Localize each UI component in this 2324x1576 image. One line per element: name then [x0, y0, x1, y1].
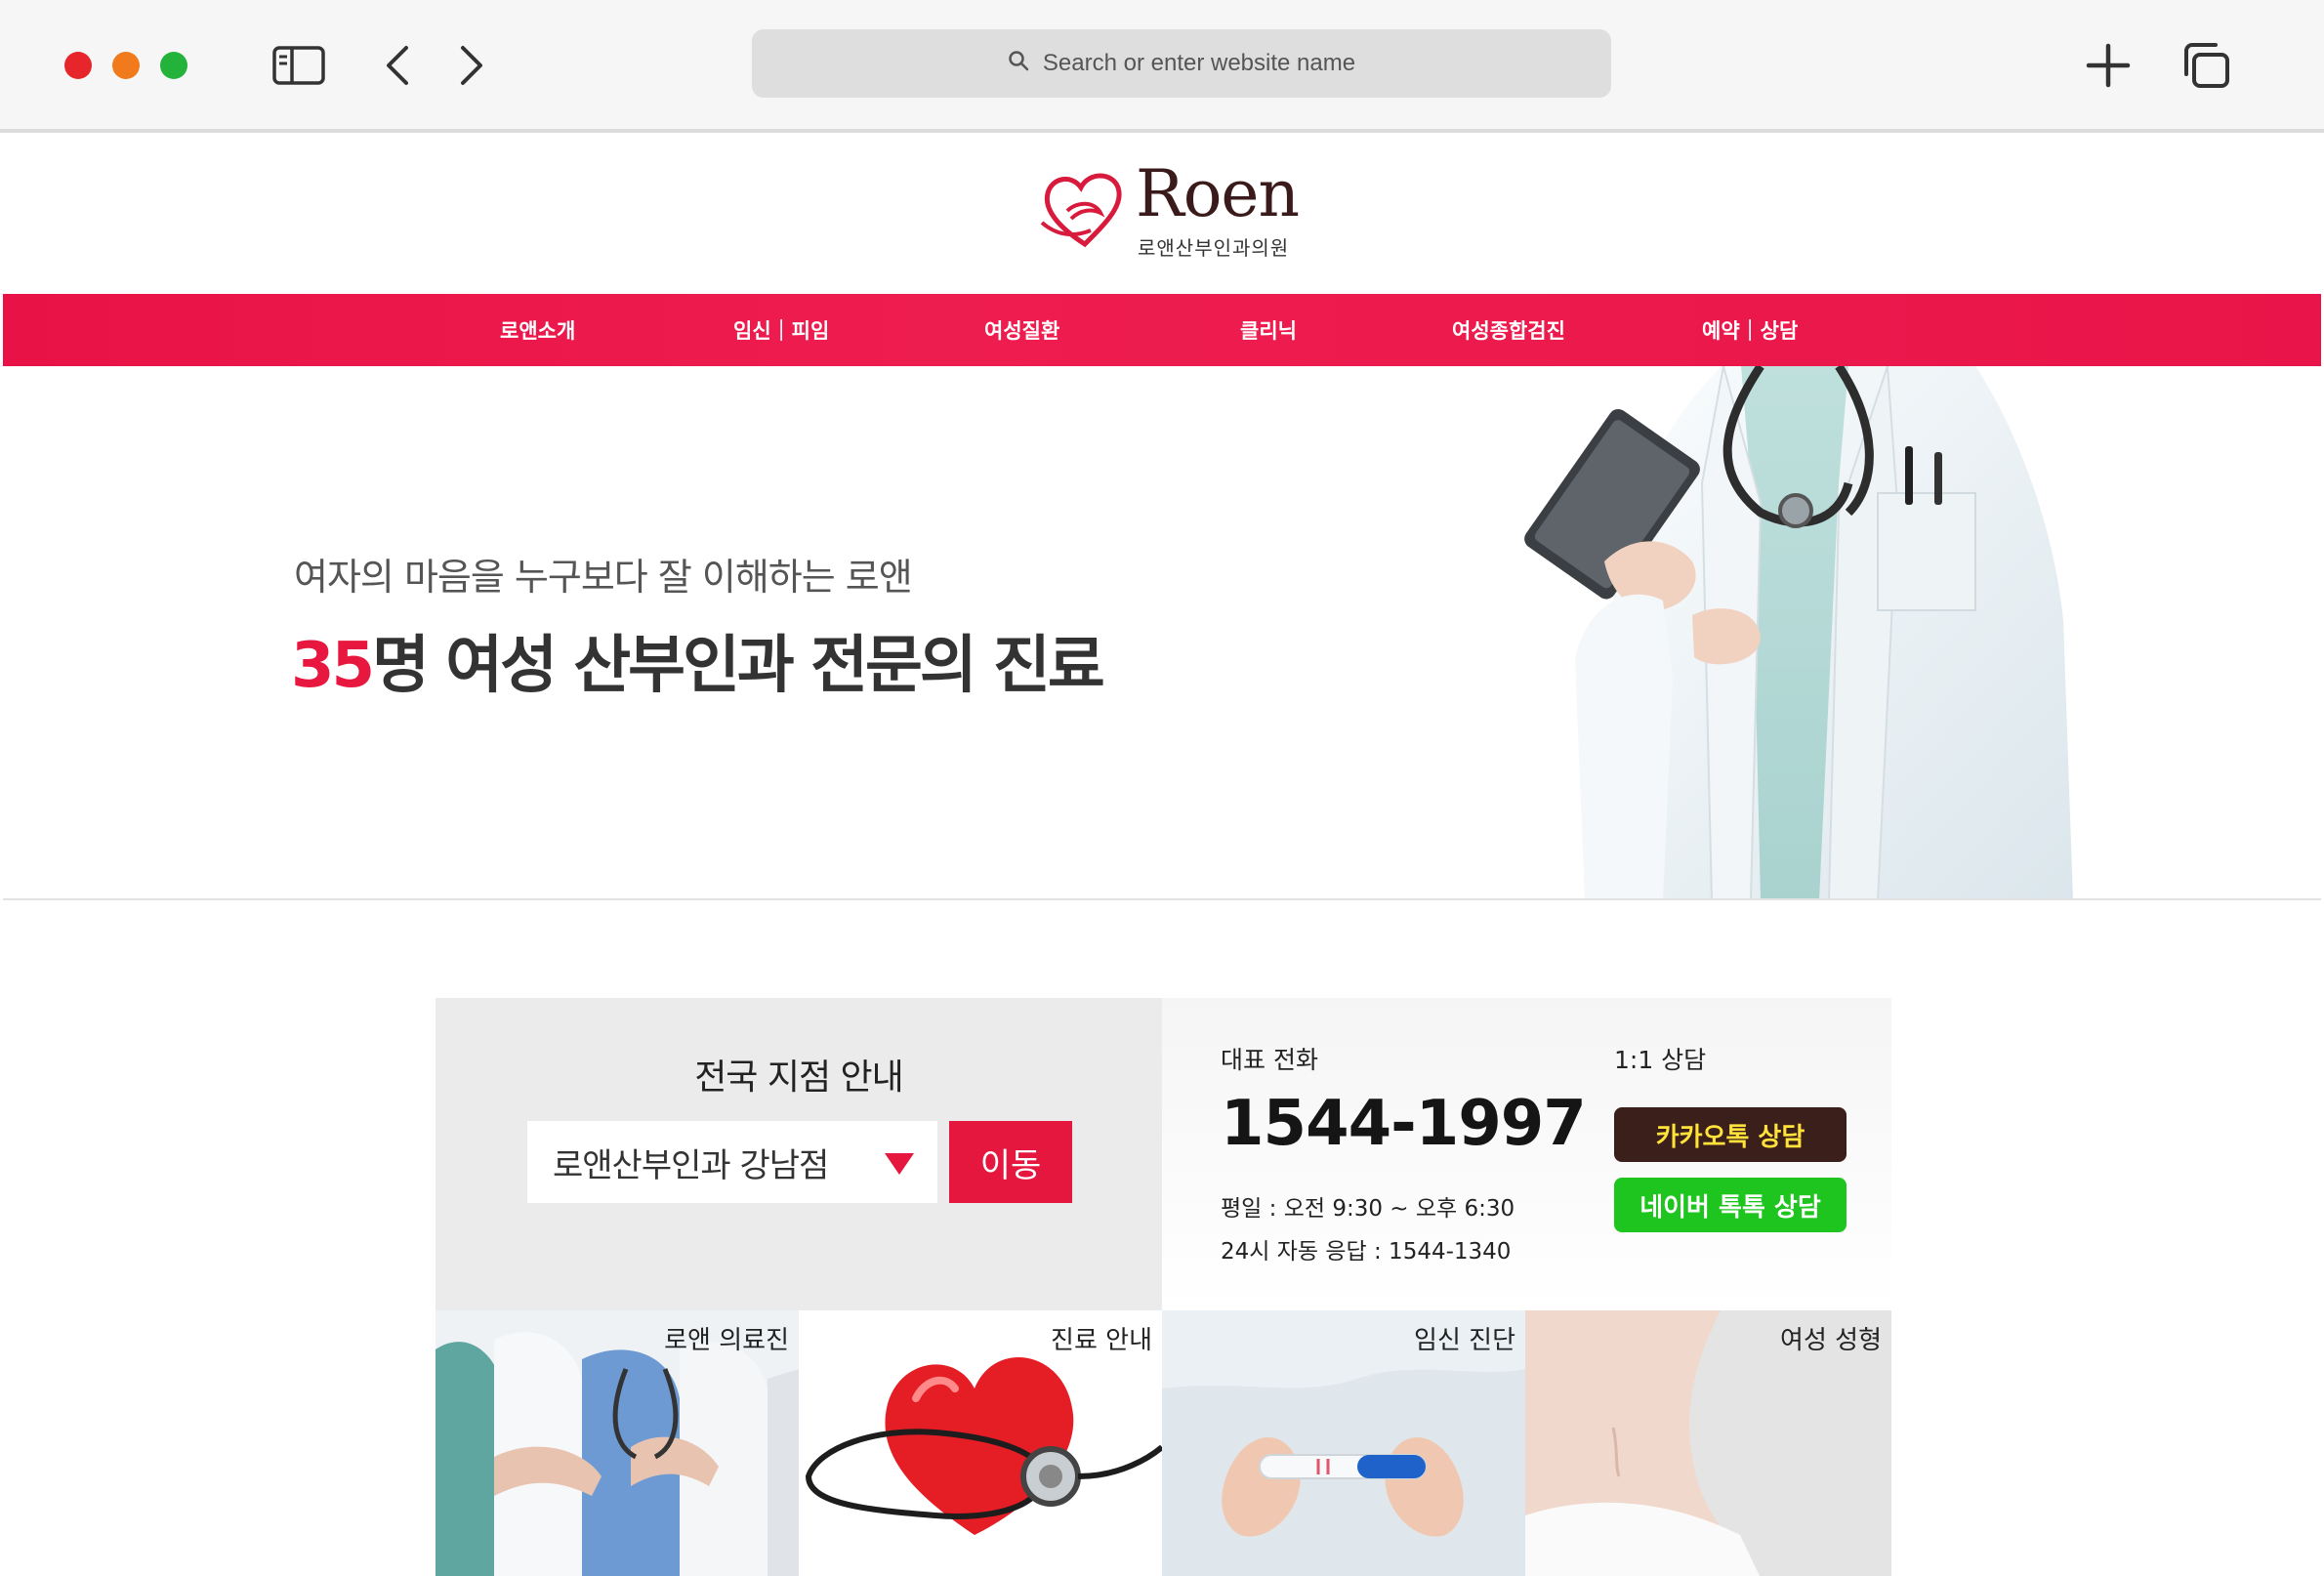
auto-response-line: 24시 자동 응답 : 1544-1340	[1221, 1239, 1512, 1265]
nav-item-about[interactable]: 로앤소개	[500, 294, 575, 366]
site-logo[interactable]: Roen 로앤산부인과의원	[1038, 162, 1311, 260]
hero-title: 35명 여성 산부인과 전문의 진료	[291, 615, 1105, 705]
logo-name: Roen	[1136, 156, 1300, 231]
office-hours: 평일 : 오전 9:30 ~ 오후 6:30	[1221, 1196, 1515, 1222]
close-window-button[interactable]	[64, 52, 92, 79]
tile-label: 임신 진단	[1414, 1326, 1515, 1355]
naver-talk-button[interactable]: 네이버 톡톡 상담	[1614, 1178, 1847, 1232]
nav-item-clinic[interactable]: 클리닉	[1240, 294, 1297, 366]
browser-toolbar: Search or enter website name	[0, 0, 2324, 133]
hero-subtitle: 여자의 마음을 누구보다 잘 이해하는 로앤	[294, 556, 913, 599]
search-icon	[1008, 50, 1029, 78]
doctor-image	[1524, 366, 2073, 898]
plus-icon[interactable]	[2082, 43, 2135, 88]
caret-down-icon	[885, 1153, 914, 1175]
chevron-left-icon[interactable]	[375, 43, 420, 88]
nav-item-pregnancy[interactable]: 임신｜피임	[733, 294, 829, 366]
logo-subtitle: 로앤산부인과의원	[1138, 236, 1290, 260]
tile-medical-staff[interactable]: 로앤 의료진	[436, 1310, 799, 1576]
go-button[interactable]: 이동	[949, 1121, 1072, 1203]
chevron-right-icon[interactable]	[449, 43, 494, 88]
hero-title-number: 35	[291, 630, 375, 702]
nav-item-checkup[interactable]: 여성종합검진	[1452, 294, 1565, 366]
tile-label: 여성 성형	[1780, 1326, 1882, 1355]
contact-panel: 대표 전화 1544-1997 평일 : 오전 9:30 ~ 오후 6:30 2…	[1162, 998, 1891, 1310]
branch-selected-value: 로앤산부인과 강남점	[553, 1145, 829, 1185]
tile-treatment-info[interactable]: 진료 안내	[799, 1310, 1162, 1576]
branch-select[interactable]: 로앤산부인과 강남점	[527, 1121, 937, 1203]
main-phone-number[interactable]: 1544-1997	[1221, 1088, 1587, 1160]
branch-title: 전국 지점 안내	[694, 1058, 904, 1098]
tabs-icon[interactable]	[2179, 43, 2232, 88]
main-nav: 로앤소개 임신｜피임 여성질환 클리닉 여성종합검진 예약｜상담	[3, 294, 2321, 366]
address-placeholder: Search or enter website name	[1042, 50, 1356, 76]
nav-item-womens-disease[interactable]: 여성질환	[984, 294, 1059, 366]
hero-banner: 여자의 마음을 누구보다 잘 이해하는 로앤 35명 여성 산부인과 전문의 진…	[3, 366, 2321, 900]
phone-label: 대표 전화	[1221, 1046, 1318, 1074]
nav-item-reservation[interactable]: 예약｜상담	[1702, 294, 1798, 366]
website: Roen 로앤산부인과의원 로앤소개 임신｜피임 여성질환 클리닉 여성종합검진…	[3, 137, 2321, 1576]
branch-finder: 전국 지점 안내 로앤산부인과 강남점 이동	[436, 998, 1162, 1310]
hero-title-text: 명 여성 산부인과 전문의 진료	[372, 630, 1105, 702]
zoom-window-button[interactable]	[160, 52, 187, 79]
sidebar-icon[interactable]	[271, 43, 326, 88]
kakao-consult-button[interactable]: 카카오톡 상담	[1614, 1107, 1847, 1162]
address-bar[interactable]: Search or enter website name	[752, 29, 1611, 98]
logo-heart-icon	[1040, 173, 1122, 248]
tile-womens-surgery[interactable]: 여성 성형	[1525, 1310, 1891, 1576]
tile-pregnancy-test[interactable]: 임신 진단	[1162, 1310, 1525, 1576]
tile-label: 로앤 의료진	[664, 1326, 789, 1355]
minimize-window-button[interactable]	[112, 52, 140, 79]
consult-label: 1:1 상담	[1614, 1046, 1707, 1074]
tile-label: 진료 안내	[1051, 1326, 1152, 1355]
